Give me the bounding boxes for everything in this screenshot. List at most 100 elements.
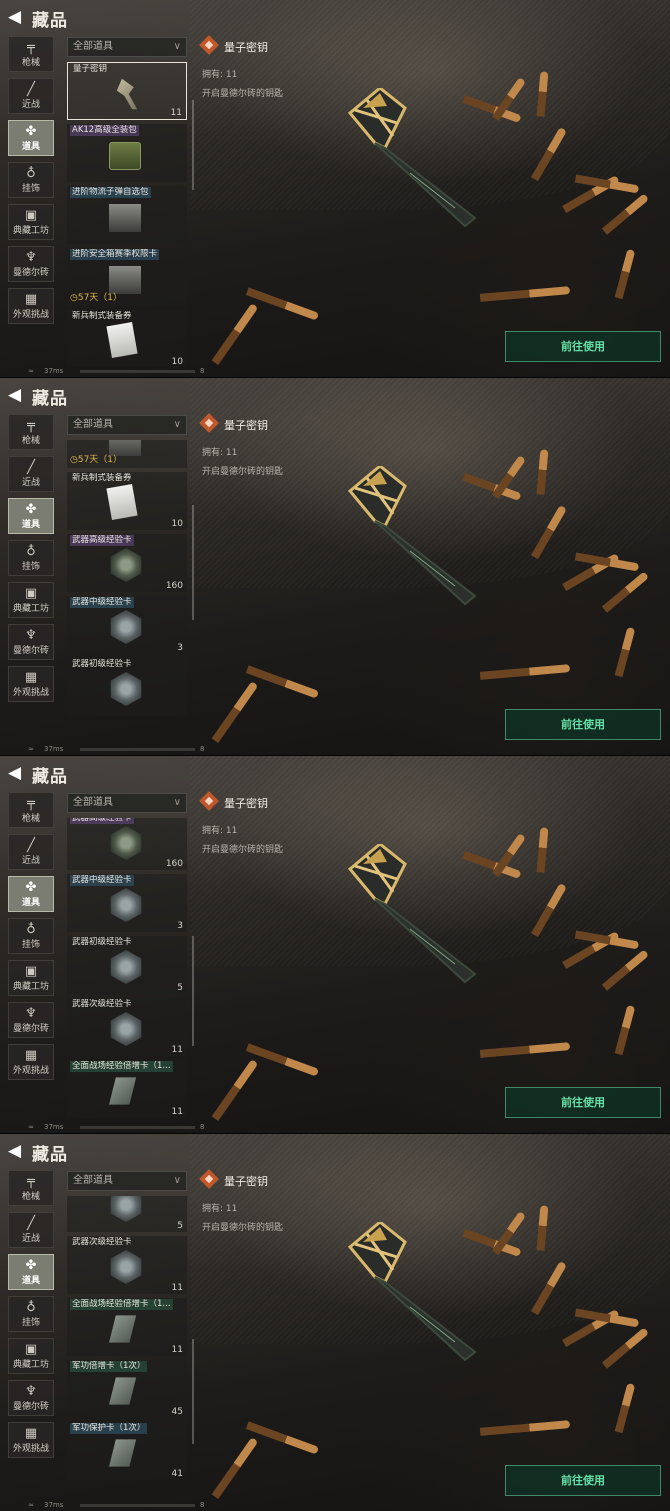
sidebar-item-pistol[interactable]: ╤ 枪械 [8,792,54,828]
sidebar-item-challenge[interactable]: ▦ 外观挑战 [8,666,54,702]
list-item[interactable]: 进阶安全箱赛季权限卡◷57天（1） [67,440,187,468]
list-item[interactable]: 进阶物流子弹自选包 [67,186,187,244]
sidebar-item-knife[interactable]: ╱ 近战 [8,78,54,114]
quantum-key-image [347,466,477,606]
list-item[interactable]: 武器次级经验卡 11 [67,1236,187,1294]
sidebar-item-label: 道具 [21,142,40,152]
sidebar-item-mandel-brick[interactable]: ♆ 曼德尔砖 [8,246,54,282]
item-list[interactable]: 5 武器次级经验卡 11 全面战场经验倍增卡（1... 11 军功倍增卡（1次） 45 军功保… [67,1196,191,1501]
header: ◀ 藏品 [0,0,670,34]
background-bullet [479,1420,571,1436]
list-item[interactable]: 军功倍增卡（1次） 45 [67,1360,187,1418]
list-item[interactable]: 武器中级经验卡 3 [67,874,187,932]
go-use-button[interactable]: 前往使用 [505,1465,661,1496]
list-item[interactable]: 武器高级经验卡 160 [67,818,187,870]
mandel-brick-icon: ♆ [25,1384,37,1399]
list-item[interactable]: 全面战场经验倍增卡（1... 11 [67,1298,187,1356]
item-count: 5 [177,1221,183,1231]
list-item[interactable]: 量子密钥 11 [67,62,187,120]
item-name: 武器高级经验卡 [70,818,134,824]
item-count: 5 [177,983,183,993]
item-count: 45 [171,1407,183,1417]
list-item[interactable]: 武器次级经验卡 11 [67,998,187,1056]
detail-item-name: 量子密钥 [224,419,268,432]
back-arrow-icon[interactable]: ◀ [8,8,24,26]
sidebar-item-workshop[interactable]: ▣ 典藏工坊 [8,582,54,618]
background-bullet [245,287,320,321]
category-sidebar: ╤ 枪械 ╱ 近战 ✤ 道具 ♁ 挂饰 ▣ 典藏工坊 ♆ 曼德尔砖 ▦ 外观挑战 [8,414,56,708]
list-item[interactable]: AK12高级全装包 [67,124,187,182]
list-item[interactable]: 武器初级经验卡 [67,658,187,716]
go-use-button[interactable]: 前往使用 [505,331,661,362]
sidebar-item-workshop[interactable]: ▣ 典藏工坊 [8,960,54,996]
list-scrollbar[interactable] [192,100,194,190]
sidebar-item-mandel-brick[interactable]: ♆ 曼德尔砖 [8,624,54,660]
challenge-icon: ▦ [24,1426,38,1441]
item-filter-dropdown[interactable]: 全部道具 ∨ [67,37,187,57]
list-scrollbar[interactable] [192,1339,194,1444]
sidebar-item-mandel-brick[interactable]: ♆ 曼德尔砖 [8,1380,54,1416]
sidebar-item-grenade-cluster[interactable]: ✤ 道具 [8,1254,54,1290]
sidebar-item-challenge[interactable]: ▦ 外观挑战 [8,1422,54,1458]
sidebar-item-workshop[interactable]: ▣ 典藏工坊 [8,204,54,240]
item-filter-dropdown[interactable]: 全部道具 ∨ [67,415,187,435]
sidebar-item-label: 道具 [21,1276,40,1286]
go-use-button[interactable]: 前往使用 [505,709,661,740]
list-item[interactable]: 武器初级经验卡 5 [67,936,187,994]
sidebar-item-charm[interactable]: ♁ 挂饰 [8,1296,54,1332]
sidebar-item-knife[interactable]: ╱ 近战 [8,834,54,870]
back-arrow-icon[interactable]: ◀ [8,1142,24,1160]
sidebar-item-pistol[interactable]: ╤ 枪械 [8,1170,54,1206]
sidebar-item-knife[interactable]: ╱ 近战 [8,456,54,492]
sidebar-item-pistol[interactable]: ╤ 枪械 [8,36,54,72]
collection-screen: ◀ 藏品 ╤ 枪械 ╱ 近战 ✤ 道具 ♁ 挂饰 ▣ 典藏工坊 ♆ 曼德尔砖 ▦ 外观挑战 全部道具 ∨ 武器高级经… [0,755,670,1133]
list-item[interactable]: 进阶安全箱赛季权限卡◷57天（1） [67,248,187,306]
list-item[interactable]: 5 [67,1196,187,1232]
filter-label: 全部道具 [73,1175,113,1186]
item-list[interactable]: 量子密钥 11 AK12高级全装包 进阶物流子弹自选包 进阶安全箱赛季权限卡 ◷57天（1… [67,62,191,367]
item-count: 3 [177,921,183,931]
item-thumbnail [106,483,138,521]
item-list[interactable]: 进阶安全箱赛季权限卡◷57天（1） 新兵制式装备券 10 武器高级经验卡 160 武器中级… [67,440,191,745]
quantum-key-image [347,844,477,984]
challenge-icon: ▦ [24,670,38,685]
sidebar-item-grenade-cluster[interactable]: ✤ 道具 [8,876,54,912]
item-count: 160 [165,581,183,591]
list-item[interactable]: 全面战场经验倍增卡（1... 11 [67,1060,187,1118]
back-arrow-icon[interactable]: ◀ [8,764,24,782]
list-item[interactable]: 武器高级经验卡 160 [67,534,187,592]
sidebar-item-pistol[interactable]: ╤ 枪械 [8,414,54,450]
item-thumbnail [116,78,138,110]
page-title: 藏品 [32,1145,68,1165]
sidebar-item-grenade-cluster[interactable]: ✤ 道具 [8,498,54,534]
list-scrollbar[interactable] [192,936,194,1046]
grenade-cluster-icon: ✤ [25,1258,37,1273]
sidebar-item-challenge[interactable]: ▦ 外观挑战 [8,288,54,324]
item-list-inner: 武器高级经验卡 160 武器中级经验卡 3 武器初级经验卡 5 武器次级经验卡 11 全面战场经… [67,818,191,1118]
item-name: 量子密钥 [73,64,108,74]
item-filter-dropdown[interactable]: 全部道具 ∨ [67,1171,187,1191]
detail-description: 开启曼德尔砖的钥匙 [202,89,284,99]
go-use-button[interactable]: 前往使用 [505,1087,661,1118]
list-scrollbar[interactable] [192,505,194,620]
sidebar-item-knife[interactable]: ╱ 近战 [8,1212,54,1248]
sidebar-item-mandel-brick[interactable]: ♆ 曼德尔砖 [8,1002,54,1038]
list-item[interactable]: 军功保护卡（1次） 41 [67,1422,187,1480]
back-arrow-icon[interactable]: ◀ [8,386,24,404]
sidebar-item-charm[interactable]: ♁ 挂饰 [8,918,54,954]
sidebar-item-challenge[interactable]: ▦ 外观挑战 [8,1044,54,1080]
sidebar-item-workshop[interactable]: ▣ 典藏工坊 [8,1338,54,1374]
item-list-inner: 5 武器次级经验卡 11 全面战场经验倍增卡（1... 11 军功倍增卡（1次） 45 军功保… [67,1196,191,1480]
item-thumbnail [110,1012,142,1046]
list-item[interactable]: 新兵制式装备券 10 [67,310,187,367]
list-item[interactable]: 新兵制式装备券 10 [67,472,187,530]
ping-readout: 37ms [44,367,64,375]
list-item[interactable]: 武器中级经验卡 3 [67,596,187,654]
sidebar-item-grenade-cluster[interactable]: ✤ 道具 [8,120,54,156]
sidebar-item-charm[interactable]: ♁ 挂饰 [8,162,54,198]
item-filter-dropdown[interactable]: 全部道具 ∨ [67,793,187,813]
sidebar-item-label: 枪械 [21,436,40,446]
status-number: 8 [200,745,205,753]
item-list[interactable]: 武器高级经验卡 160 武器中级经验卡 3 武器初级经验卡 5 武器次级经验卡 11 全面战场经… [67,818,191,1123]
sidebar-item-charm[interactable]: ♁ 挂饰 [8,540,54,576]
